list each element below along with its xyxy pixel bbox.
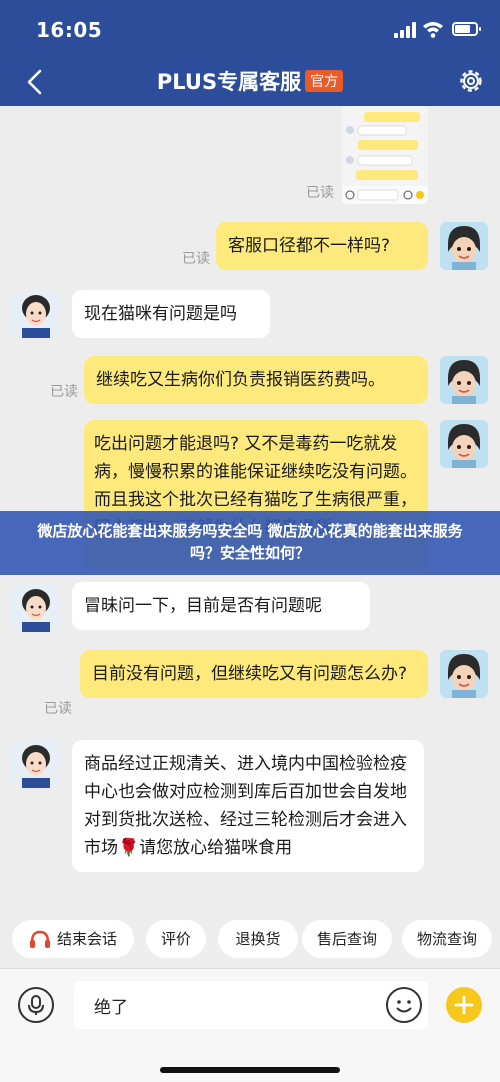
- microphone-icon: [28, 995, 44, 1015]
- emoji-button[interactable]: [386, 987, 422, 1023]
- agent-avatar-icon: [12, 290, 60, 338]
- voice-button[interactable]: [18, 987, 54, 1023]
- headset-icon: [29, 930, 50, 948]
- return-exchange-chip[interactable]: 退换货: [218, 920, 298, 958]
- user-avatar[interactable]: [440, 222, 488, 270]
- read-status: 已读: [182, 251, 210, 267]
- user-avatar-icon: [440, 420, 488, 468]
- my-message-bubble: 目前没有问题，但继续吃又有问题怎么办?: [80, 650, 428, 698]
- emoji-icon: [396, 1000, 412, 1013]
- header: 16:05 PLUS专属客服 官方: [0, 0, 500, 106]
- user-avatar[interactable]: [440, 420, 488, 468]
- screenshot-thumbnail-icon: [342, 106, 428, 204]
- input-bar: [0, 968, 500, 1082]
- agent-message-bubble: 冒昧问一下，目前是否有问题呢: [72, 582, 370, 630]
- agent-avatar[interactable]: [12, 290, 60, 338]
- home-indicator: [160, 1067, 340, 1073]
- read-status: 已读: [50, 384, 78, 400]
- nav-bar: PLUS专属客服 官方: [0, 58, 500, 106]
- gear-icon: [460, 70, 482, 92]
- settings-button[interactable]: [456, 66, 486, 96]
- page-title: PLUS专属客服 官方: [0, 66, 500, 96]
- message-input[interactable]: [74, 981, 428, 1029]
- cellular-signal-icon: [394, 22, 416, 38]
- image-message-thumbnail[interactable]: [342, 106, 428, 204]
- quick-actions-bar: 结束会话 评价 退换货 售后查询 物流查询: [0, 916, 500, 968]
- status-time: 16:05: [36, 18, 103, 42]
- user-avatar-icon: [440, 356, 488, 404]
- read-status: 已读: [306, 185, 334, 201]
- agent-avatar[interactable]: [12, 584, 60, 632]
- status-bar: 16:05: [0, 0, 500, 58]
- user-avatar-icon: [440, 222, 488, 270]
- chip-label: 结束会话: [56, 930, 117, 948]
- user-avatar[interactable]: [440, 356, 488, 404]
- my-message-bubble: 继续吃又生病你们负责报销医药费吗。: [84, 356, 428, 404]
- user-avatar-icon: [440, 650, 488, 698]
- battery-icon: [452, 22, 481, 36]
- agent-message-bubble: 商品经过正规清关、进入境内中国检验检疫中心也会做对应检测到库后百加世会自发地对到…: [72, 740, 424, 872]
- my-message-bubble: 客服口径都不一样吗?: [216, 222, 428, 270]
- user-avatar[interactable]: [440, 650, 488, 698]
- read-status: 已读: [44, 701, 72, 717]
- agent-avatar-icon: [12, 740, 60, 788]
- after-sales-query-chip[interactable]: 售后查询: [302, 920, 392, 958]
- end-session-chip[interactable]: 结束会话: [12, 920, 134, 958]
- more-button[interactable]: [446, 987, 482, 1023]
- agent-avatar[interactable]: [12, 740, 60, 788]
- wifi-icon: [423, 22, 443, 38]
- official-badge: 官方: [305, 70, 344, 92]
- agent-message-bubble: 现在猫咪有问题是吗: [72, 290, 270, 338]
- agent-avatar-icon: [12, 584, 60, 632]
- rate-chip[interactable]: 评价: [146, 920, 206, 958]
- logistics-query-chip[interactable]: 物流查询: [402, 920, 492, 958]
- overlay-banner: 微店放心花能套出来服务吗安全吗 微店放心花真的能套出来服务吗？安全性如何？: [0, 511, 500, 575]
- page-title-text: PLUS专属客服: [156, 70, 302, 94]
- plus-icon: [454, 995, 474, 1015]
